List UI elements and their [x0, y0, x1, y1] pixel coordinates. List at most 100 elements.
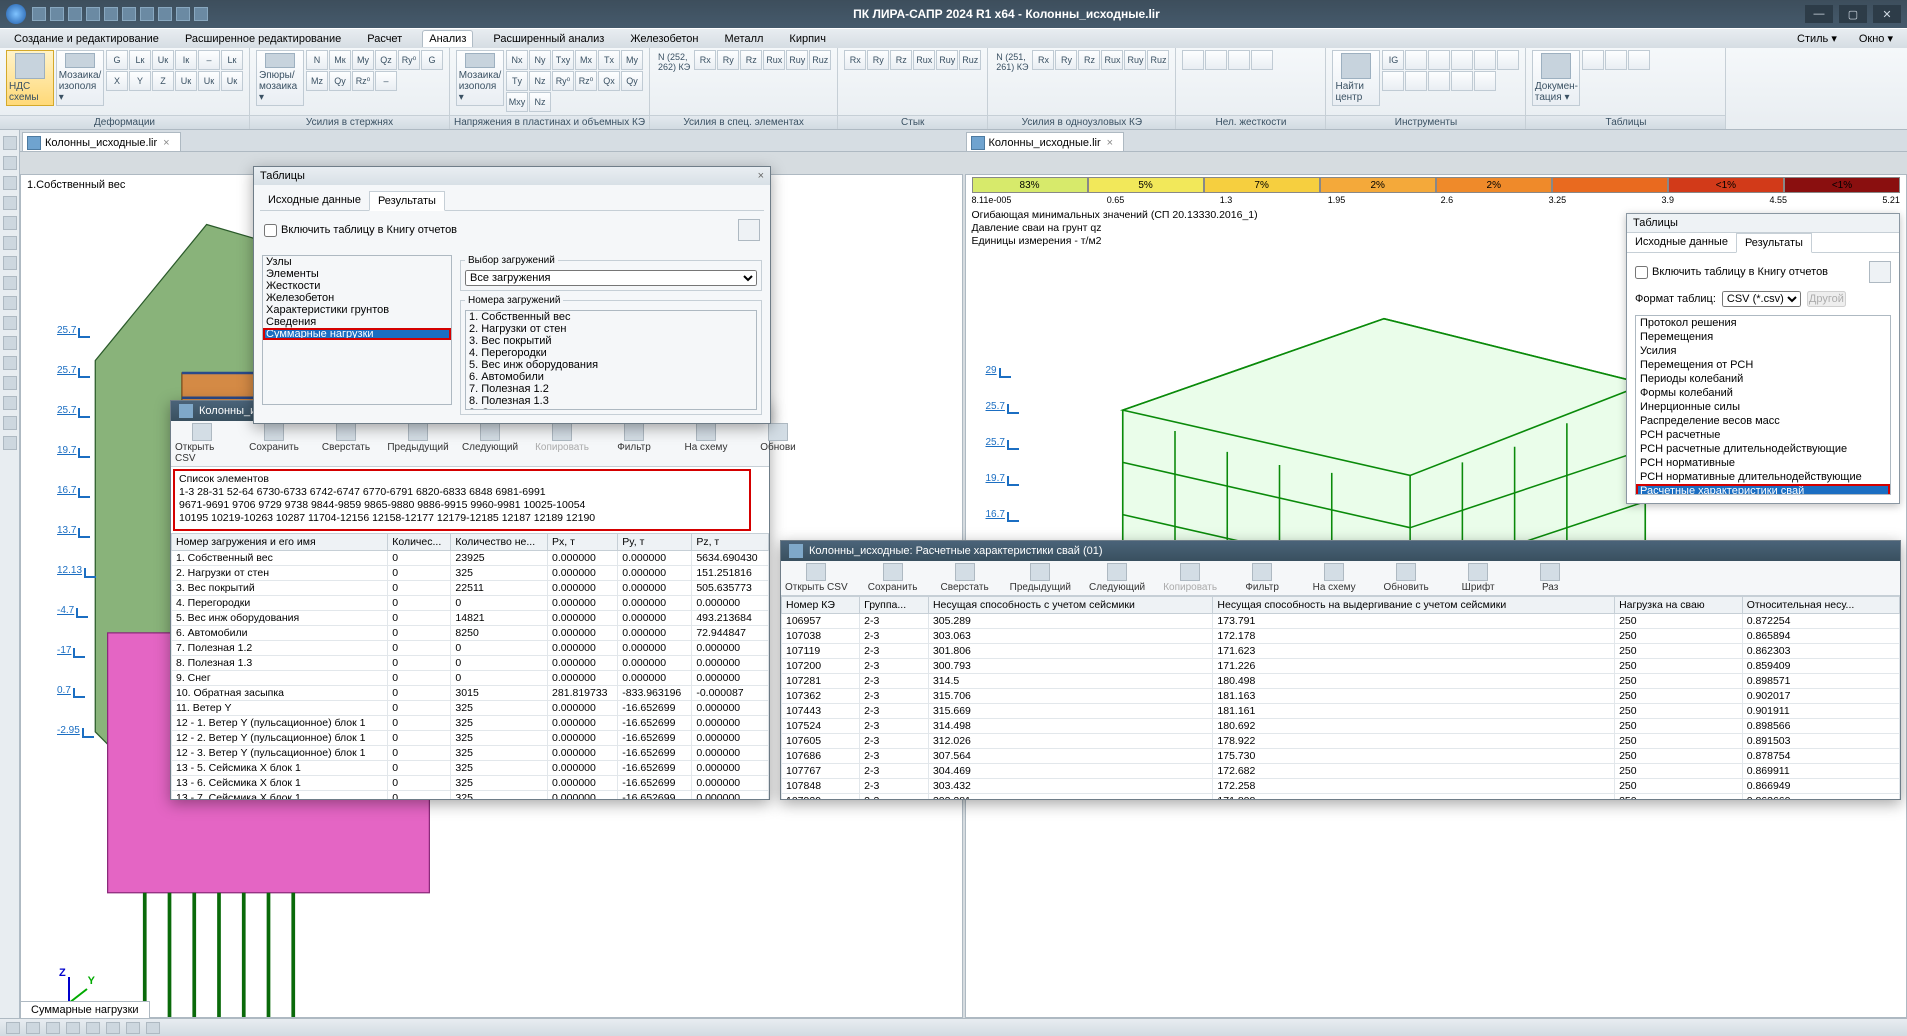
loadcase-item[interactable]: 7. Полезная 1.2 — [466, 383, 756, 395]
loadcase-list[interactable]: 1. Собственный вес2. Нагрузки от стен3. … — [465, 310, 757, 410]
column-header[interactable]: Py, т — [618, 533, 692, 550]
ribbon-small-button[interactable]: Mx — [575, 50, 597, 70]
category-item[interactable]: Железобетон — [263, 292, 451, 304]
window-dropdown[interactable]: Окно ▾ — [1853, 30, 1899, 47]
ribbon-small-button[interactable]: Ruy — [1124, 50, 1146, 70]
ribbon-small-button[interactable]: Ry — [1055, 50, 1077, 70]
ribbon-small-button[interactable]: Rux — [763, 50, 785, 70]
table-list-item[interactable]: РСН нормативные длительнодействующие — [1636, 470, 1890, 484]
loadcase-item[interactable]: 5. Вес инж оборудования — [466, 359, 756, 371]
column-header[interactable]: Нагрузка на сваю — [1615, 597, 1743, 614]
other-button[interactable]: Другой — [1807, 291, 1846, 307]
ribbon-small-button[interactable]: Uк — [198, 71, 220, 91]
qat-icon[interactable] — [194, 7, 208, 21]
column-header[interactable]: Количес... — [388, 533, 451, 550]
toolbar-button[interactable]: Сверстать — [938, 563, 992, 593]
qat-icon[interactable] — [86, 7, 100, 21]
ribbon-small-button[interactable]: Rx — [694, 50, 716, 70]
status-icon[interactable] — [86, 1022, 100, 1034]
tab-calc[interactable]: Расчет — [361, 31, 408, 47]
table-row[interactable]: 13 - 6. Сейсмика X блок 103250.000000-16… — [172, 775, 769, 790]
ribbon-small-button[interactable]: Ruz — [959, 50, 981, 70]
toolbar-button[interactable]: Сверстать — [319, 423, 373, 464]
ribbon-small-button[interactable]: Ry — [867, 50, 889, 70]
ribbon-small-button[interactable]: Rux — [1101, 50, 1123, 70]
toolbar-button[interactable]: Раз — [1523, 563, 1577, 593]
table-row[interactable]: 2. Нагрузки от стен03250.0000000.0000001… — [172, 565, 769, 580]
ribbon-small-button[interactable]: Qу — [329, 71, 351, 91]
ribbon-small-button[interactable] — [1428, 50, 1450, 70]
status-icon[interactable] — [26, 1022, 40, 1034]
ribbon-small-button[interactable]: Tху — [552, 50, 574, 70]
loadcase-select[interactable]: Все загружения — [465, 270, 757, 286]
toolbar-button[interactable]: Следующий — [1089, 563, 1145, 593]
tab-metal[interactable]: Металл — [719, 31, 770, 47]
table-list-item[interactable]: Распределение весов масс — [1636, 414, 1890, 428]
status-icon[interactable] — [66, 1022, 80, 1034]
ribbon-small-button[interactable] — [1251, 50, 1273, 70]
tool-icon[interactable] — [3, 236, 17, 250]
table-row[interactable]: 1. Собственный вес0239250.0000000.000000… — [172, 550, 769, 565]
column-header[interactable]: Относительная несу... — [1742, 597, 1899, 614]
table-list-item[interactable]: РСН нормативные — [1636, 456, 1890, 470]
ribbon-small-button[interactable]: – — [375, 71, 397, 91]
loadcase-item[interactable]: 3. Вес покрытий — [466, 335, 756, 347]
ribbon-small-button[interactable]: Ry — [717, 50, 739, 70]
table-list-item[interactable]: Усилия — [1636, 344, 1890, 358]
table-list-item[interactable]: РСН расчетные длительнодействующие — [1636, 442, 1890, 456]
categories-list[interactable]: УзлыЭлементыЖесткостиЖелезобетонХарактер… — [262, 255, 452, 405]
table-list-item[interactable]: РСН расчетные — [1636, 428, 1890, 442]
include-report-checkbox[interactable]: Включить таблицу в Книгу отчетов — [1635, 261, 1891, 283]
ribbon-small-button[interactable]: Rx — [844, 50, 866, 70]
ribbon-small-button[interactable] — [1428, 71, 1450, 91]
tool-icon[interactable] — [3, 296, 17, 310]
ribbon-button-find[interactable]: Найти центр — [1332, 50, 1380, 106]
table-row[interactable]: 12 - 1. Ветер Y (пульсационное) блок 103… — [172, 715, 769, 730]
popup-tab-source[interactable]: Исходные данные — [1627, 233, 1736, 252]
ribbon-small-button[interactable]: Nz — [529, 92, 551, 112]
ribbon-small-button[interactable]: Mz — [306, 71, 328, 91]
toolbar-button[interactable]: Сохранить — [247, 423, 301, 464]
table-row[interactable]: 9. Снег000.0000000.0000000.000000 — [172, 670, 769, 685]
table-row[interactable]: 1075242-3314.498180.6922500.898566 — [782, 719, 1900, 734]
dialog-title[interactable]: Таблицы × — [254, 167, 770, 185]
ribbon-small-button[interactable]: Ny — [529, 50, 551, 70]
table-row[interactable]: 10. Обратная засыпка03015281.819733-833.… — [172, 685, 769, 700]
ribbon-button-nds[interactable]: НДС схемы — [6, 50, 54, 106]
category-item[interactable]: Узлы — [263, 256, 451, 268]
ribbon-small-button[interactable]: Rz — [1078, 50, 1100, 70]
table-list-item[interactable]: Расчетные характеристики свай — [1636, 484, 1890, 495]
table-list-item[interactable]: Инерционные силы — [1636, 400, 1890, 414]
checkbox-icon[interactable] — [264, 224, 277, 237]
ribbon-small-button[interactable]: Ruz — [809, 50, 831, 70]
column-header[interactable]: Несущая способность на выдергивание с уч… — [1213, 597, 1615, 614]
ribbon-small-button[interactable]: Uк — [221, 71, 243, 91]
ribbon-small-button[interactable]: Qz — [375, 50, 397, 70]
qat-icon[interactable] — [104, 7, 118, 21]
ribbon-small-button[interactable] — [1451, 71, 1473, 91]
tab-analysis-ext[interactable]: Расширенный анализ — [487, 31, 610, 47]
column-header[interactable]: Pz, т — [692, 533, 769, 550]
toolbar-button[interactable]: Обновить — [1379, 563, 1433, 593]
ribbon-small-button[interactable]: Ruz — [1147, 50, 1169, 70]
include-report-checkbox[interactable]: Включить таблицу в Книгу отчетов — [264, 219, 760, 241]
loadcase-item[interactable]: 2. Нагрузки от стен — [466, 323, 756, 335]
toolbar-button[interactable]: На схему — [1307, 563, 1361, 593]
qat-icon[interactable] — [32, 7, 46, 21]
format-select[interactable]: CSV (*.csv) — [1722, 291, 1801, 307]
tab-analysis[interactable]: Анализ — [422, 30, 473, 47]
tool-icon[interactable] — [3, 396, 17, 410]
ribbon-small-button[interactable]: Rz — [890, 50, 912, 70]
table-row[interactable]: 1076052-3312.026178.9222500.891503 — [782, 734, 1900, 749]
dialog-tab-results[interactable]: Результаты — [369, 191, 445, 211]
table-row[interactable]: 6. Автомобили082500.0000000.00000072.944… — [172, 625, 769, 640]
category-item[interactable]: Суммарные нагрузки — [263, 328, 451, 340]
ribbon-small-button[interactable] — [1474, 50, 1496, 70]
ribbon-small-button[interactable] — [1405, 71, 1427, 91]
ribbon-small-button[interactable] — [1405, 50, 1427, 70]
ribbon-small-button[interactable]: Rz⁰ — [352, 71, 374, 91]
column-header[interactable]: Количество не... — [451, 533, 548, 550]
footer-tab[interactable]: Суммарные нагрузки — [20, 1001, 150, 1018]
ribbon-small-button[interactable] — [1497, 50, 1519, 70]
tool-icon[interactable] — [3, 196, 17, 210]
